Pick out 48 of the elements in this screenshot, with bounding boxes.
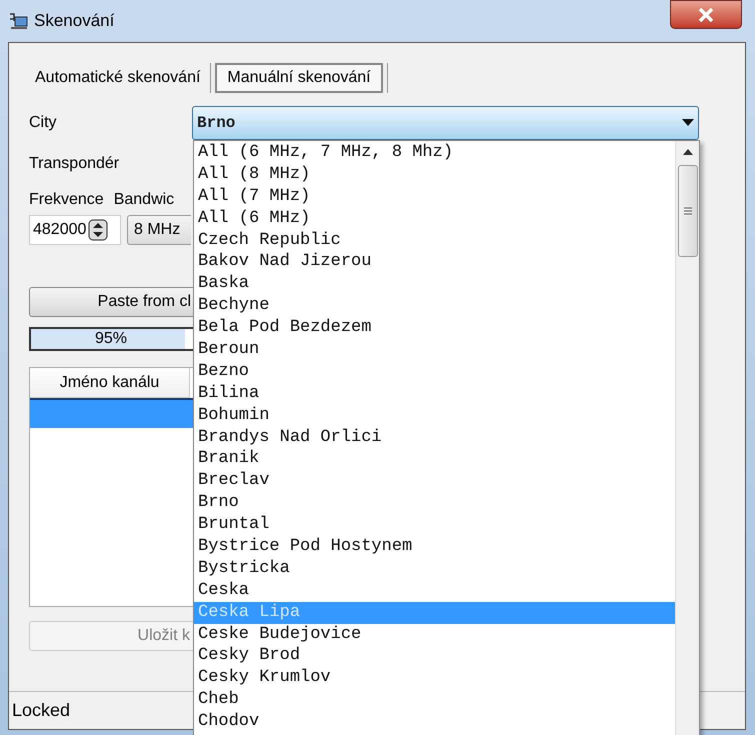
transponder-label: Transpondér bbox=[29, 154, 120, 174]
column-header[interactable]: Jméno kanálu bbox=[30, 368, 190, 398]
list-option[interactable]: All (6 MHz, 7 MHz, 8 Mhz) bbox=[194, 142, 675, 164]
tab[interactable]: Manuální skenování bbox=[215, 63, 383, 93]
frequency-spinbox[interactable]: 482000 bbox=[29, 215, 121, 245]
bandwidth-label: Bandwic bbox=[114, 190, 174, 210]
list-option[interactable]: Beroun bbox=[194, 339, 675, 361]
list-option[interactable]: Baska bbox=[194, 273, 675, 296]
list-option[interactable]: Bela Pod Bezdezem bbox=[194, 317, 675, 340]
city-dropdown[interactable]: Brno bbox=[192, 106, 699, 140]
list-option[interactable]: Czech Republic bbox=[194, 230, 675, 252]
scrollbar[interactable] bbox=[675, 141, 699, 735]
list-option[interactable]: Cesky Krumlov bbox=[194, 667, 675, 690]
list-option[interactable]: Bechyne bbox=[194, 295, 675, 318]
frequency-label: Frekvence bbox=[29, 190, 104, 210]
table-row[interactable] bbox=[30, 398, 193, 428]
progress-reading: 95% bbox=[95, 329, 128, 349]
paste-button[interactable]: Paste from cl bbox=[29, 287, 193, 317]
spin-arrows-icon bbox=[88, 219, 108, 241]
list-option[interactable]: Cheb bbox=[194, 689, 675, 712]
list-option[interactable]: Bezno bbox=[194, 360, 675, 383]
window-title: Skenování bbox=[34, 10, 114, 32]
tab[interactable]: Automatické skenování bbox=[29, 63, 206, 93]
scroll-up-icon bbox=[682, 149, 692, 155]
list-option[interactable]: Bystrice Pod Hostynem bbox=[194, 536, 675, 558]
list-option[interactable]: All (8 MHz) bbox=[194, 164, 675, 186]
list-option[interactable]: Bystricka bbox=[194, 558, 675, 580]
list-option[interactable]: All (7 MHz) bbox=[194, 186, 675, 208]
close-icon bbox=[698, 8, 714, 22]
list-option[interactable]: Breclav bbox=[194, 470, 675, 492]
list-option[interactable]: Branik bbox=[194, 448, 675, 470]
list-option[interactable]: Brno bbox=[194, 492, 675, 514]
list-option[interactable]: Bohumin bbox=[194, 404, 675, 427]
list-option[interactable]: Bilina bbox=[194, 382, 675, 405]
scanner-icon bbox=[8, 11, 30, 31]
city-label: City bbox=[29, 113, 58, 133]
bandwidth-select[interactable]: 8 MHz bbox=[127, 215, 191, 245]
list-option[interactable]: Ceska bbox=[194, 580, 675, 602]
scroll-thumb[interactable] bbox=[678, 165, 698, 257]
caret-icon bbox=[682, 119, 694, 127]
list-option[interactable]: Bruntal bbox=[194, 514, 675, 536]
list-option[interactable]: Ceske Budejovice bbox=[194, 624, 675, 646]
list-option[interactable]: All (6 MHz) bbox=[194, 208, 675, 230]
close-button[interactable] bbox=[670, 0, 742, 29]
list-option[interactable]: Brandys Nad Orlici bbox=[194, 426, 675, 448]
grip-icon bbox=[684, 207, 692, 215]
list-option[interactable]: Cesky Brod bbox=[194, 645, 675, 668]
list-option[interactable]: Bakov Nad Jizerou bbox=[194, 251, 675, 274]
